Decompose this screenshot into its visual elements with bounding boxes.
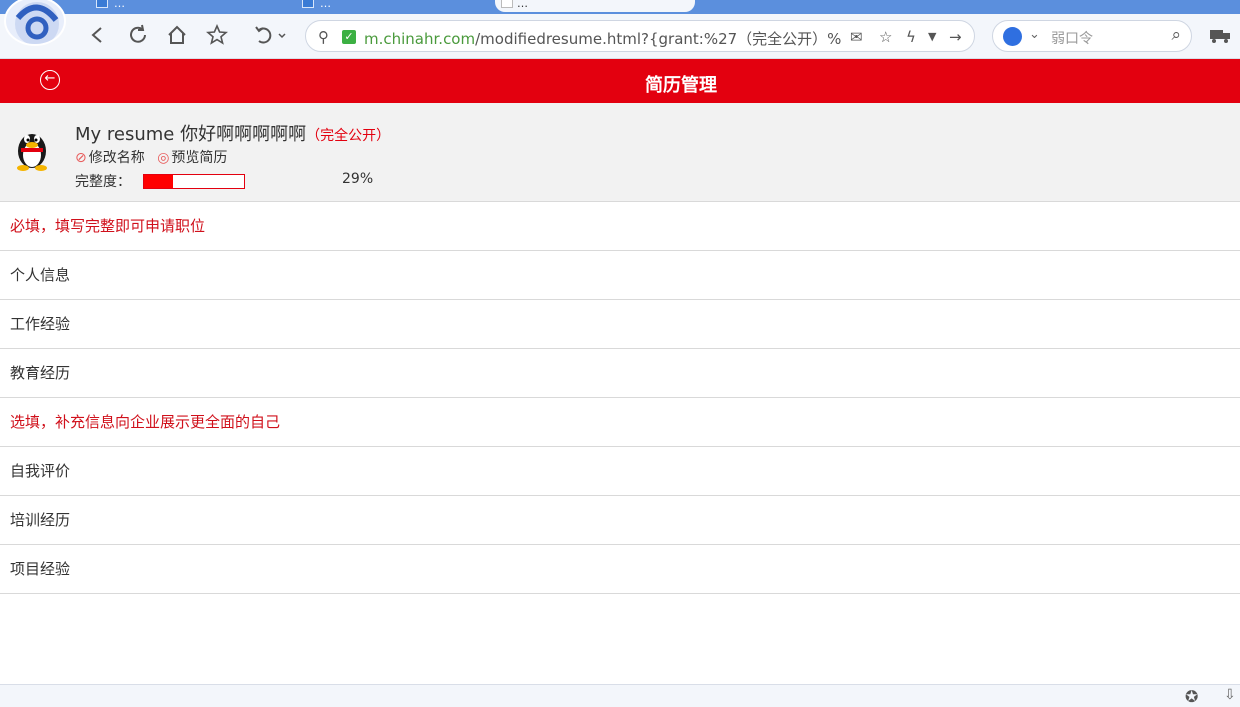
browser-toolbar: ⚲ ✓ m.chinahr.com/modifiedresume.html?{g…	[0, 14, 1240, 59]
url-text[interactable]: m.chinahr.com/modifiedresume.html?{grant…	[364, 28, 842, 49]
completeness-bar-fill	[144, 175, 173, 188]
search-box[interactable]: ⌄ 弱口令 ⌕	[992, 20, 1192, 52]
refresh-button[interactable]	[125, 22, 151, 48]
tab-favicon-icon	[302, 0, 314, 8]
completeness-bar	[143, 174, 245, 189]
completeness-label: 完整度：	[75, 174, 131, 190]
page-header: ← 简历管理	[0, 59, 1240, 103]
edit-icon: ⊘	[75, 150, 87, 166]
extension-button[interactable]	[1208, 22, 1234, 48]
bookmark-button[interactable]	[204, 22, 230, 48]
eye-icon: ◎	[157, 150, 170, 166]
dropdown-arrow-icon[interactable]: ▼	[928, 30, 936, 43]
undo-icon	[255, 26, 286, 44]
home-button[interactable]	[164, 22, 190, 48]
address-bar[interactable]: ⚲ ✓ m.chinahr.com/modifiedresume.html?{g…	[305, 20, 975, 52]
resume-summary: My resume 你好啊啊啊啊啊（完全公开） ⊘ 修改名称 ◎ 预览简历 完整度：…	[0, 103, 1240, 202]
search-icon[interactable]: ⌕	[1171, 25, 1181, 45]
chevron-down-icon[interactable]: ⌄	[1029, 27, 1040, 42]
browser-tab[interactable]: …	[96, 0, 286, 12]
preview-button[interactable]: ◎ 预览简历	[157, 150, 227, 166]
completeness-percent: 29%	[342, 171, 374, 187]
undo-close-tab-button[interactable]	[250, 22, 290, 48]
lightning-icon[interactable]: ϟ	[906, 28, 916, 46]
extension-star-icon[interactable]: ✪	[1185, 687, 1198, 706]
section-item-projects[interactable]: 项目经验	[0, 545, 1240, 594]
tab-favicon-icon	[501, 0, 513, 8]
visibility-label: （完全公开）	[306, 128, 391, 144]
download-icon[interactable]: ⇩	[1224, 687, 1236, 703]
browser-status-bar: ✪ ⇩	[0, 684, 1240, 707]
chevron-left-icon	[91, 27, 102, 43]
browser-tab-active[interactable]: …	[495, 0, 695, 12]
go-arrow-icon[interactable]: →	[949, 28, 962, 46]
resume-actions: ⊘ 修改名称 ◎ 预览简历	[75, 147, 227, 167]
search-input[interactable]: 弱口令	[1051, 28, 1093, 48]
favorite-star-icon[interactable]: ☆	[879, 28, 892, 46]
avatar	[17, 134, 47, 171]
baidu-paw-icon	[1003, 27, 1022, 46]
section-item-training[interactable]: 培训经历	[0, 496, 1240, 545]
resume-name: My resume 你好啊啊啊啊啊（完全公开）	[75, 124, 391, 145]
section-item-personal-info[interactable]: 个人信息	[0, 251, 1240, 300]
section-item-self-evaluation[interactable]: 自我评价	[0, 447, 1240, 496]
browser-tab[interactable]: …	[302, 0, 492, 12]
back-nav-button[interactable]	[84, 22, 110, 48]
section-header-required: 必填，填写完整即可申请职位	[0, 202, 1240, 251]
page-title: 简历管理	[645, 75, 717, 96]
star-icon	[206, 24, 228, 45]
rename-button[interactable]: ⊘ 修改名称	[75, 150, 145, 166]
tab-favicon-icon	[96, 0, 108, 8]
section-item-education[interactable]: 教育经历	[0, 349, 1240, 398]
home-icon	[168, 25, 186, 44]
mail-icon[interactable]: ✉	[850, 28, 863, 46]
truck-icon	[1210, 30, 1230, 43]
site-info-icon[interactable]: ⚲	[318, 28, 329, 46]
section-header-optional: 选填，补充信息向企业展示更全面的自己	[0, 398, 1240, 447]
refresh-icon	[130, 24, 146, 43]
section-item-work-experience[interactable]: 工作经验	[0, 300, 1240, 349]
secure-check-icon: ✓	[342, 30, 356, 44]
browser-tab-strip: … … …	[0, 0, 1240, 14]
